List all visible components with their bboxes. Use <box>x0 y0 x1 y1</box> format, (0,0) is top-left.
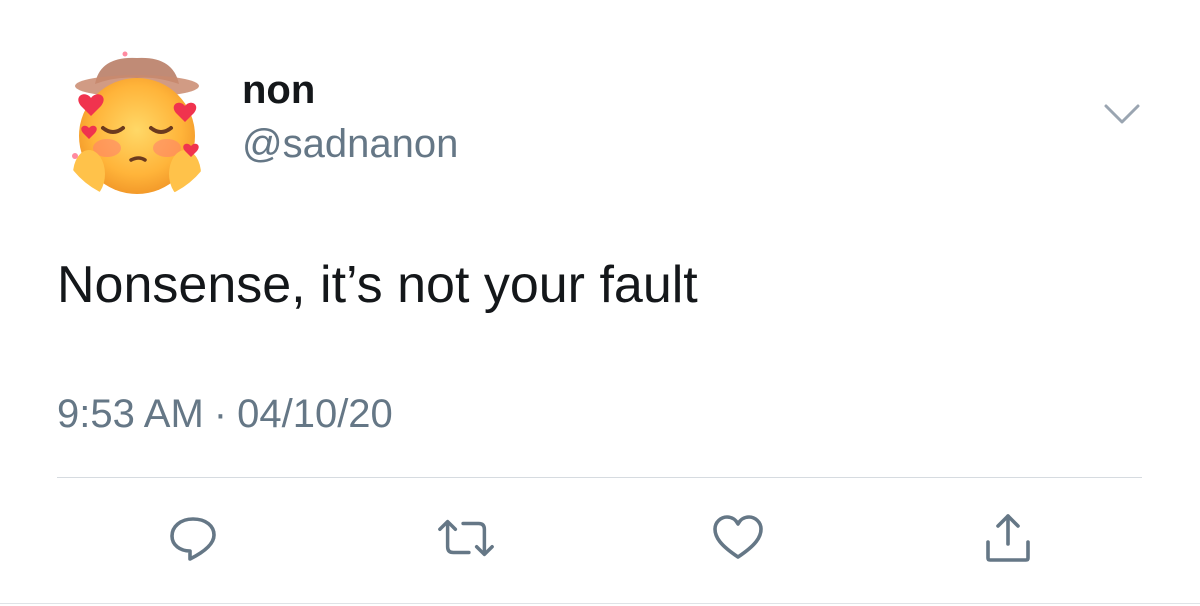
share-button[interactable] <box>978 510 1038 566</box>
bottom-divider <box>0 603 1200 604</box>
reply-button[interactable] <box>163 510 223 566</box>
retweet-icon <box>438 519 494 557</box>
like-button[interactable] <box>708 510 768 566</box>
tweet-timestamp[interactable]: 9:53 AM · 04/10/20 <box>57 390 393 438</box>
user-handle[interactable]: @sadnanon <box>242 120 458 168</box>
share-icon <box>986 514 1030 562</box>
tweet-date: 04/10/20 <box>237 392 393 436</box>
chevron-down-icon[interactable] <box>1100 98 1144 134</box>
retweet-button[interactable] <box>436 510 496 566</box>
divider <box>57 477 1142 478</box>
reply-icon <box>170 517 216 561</box>
meta-separator: · <box>213 392 228 436</box>
display-name[interactable]: non <box>242 66 315 114</box>
tweet-time: 9:53 AM <box>57 392 204 436</box>
heart-icon <box>713 515 763 559</box>
avatar[interactable] <box>55 36 220 201</box>
tweet-card: non @sadnanon Nonsense, it’s not your fa… <box>0 0 1200 606</box>
tweet-text: Nonsense, it’s not your fault <box>57 256 698 314</box>
blushing-cowboy-emoji-icon <box>72 51 208 198</box>
